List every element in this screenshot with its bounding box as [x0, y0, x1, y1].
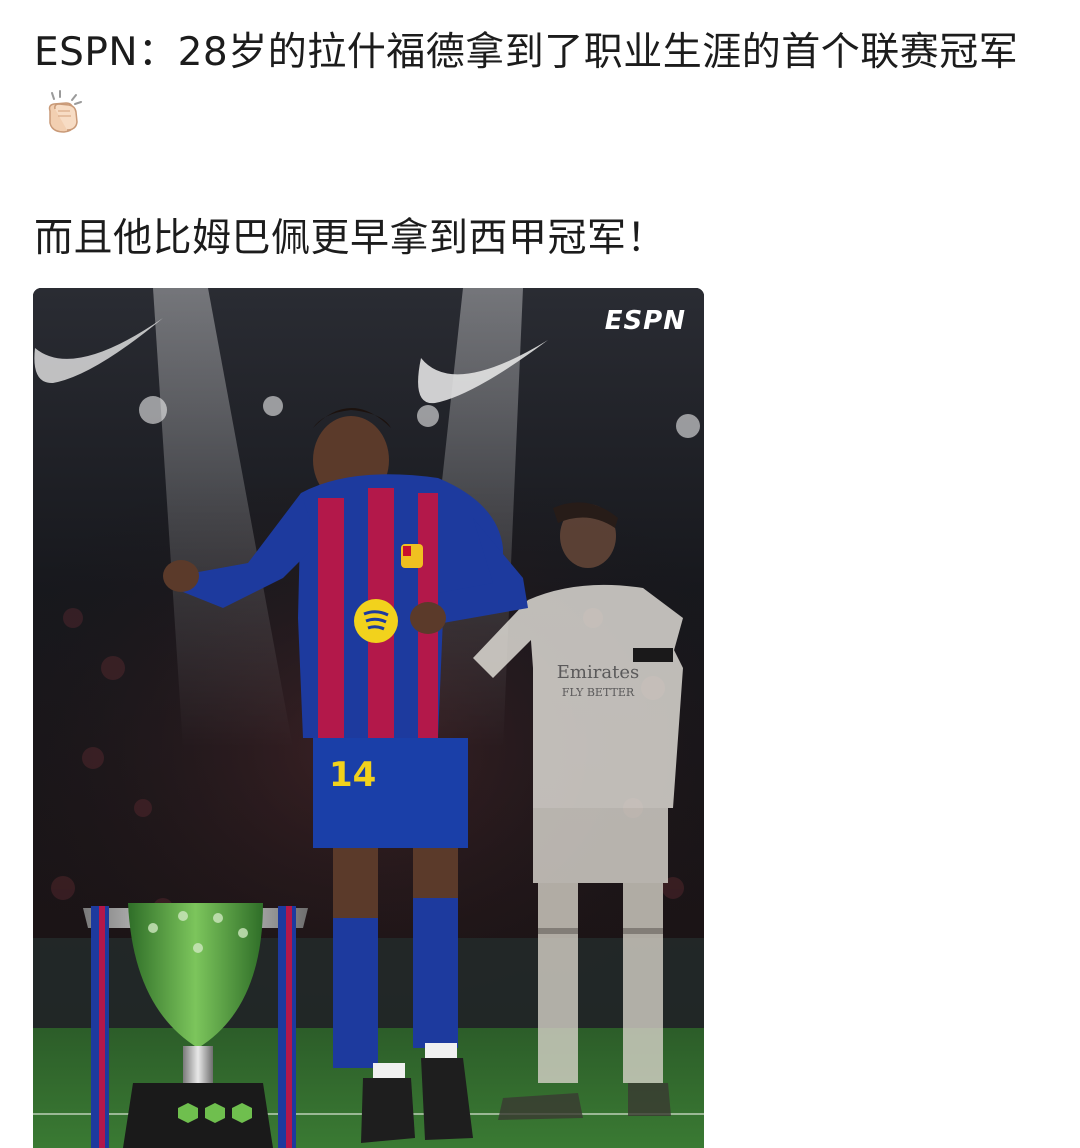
post-text-line-1: ESPN：28岁的拉什福德拿到了职业生涯的首个联赛冠军: [34, 30, 1019, 75]
weibo-post: ESPN：28岁的拉什福德拿到了职业生涯的首个联赛冠军 而且他比姆巴佩更早拿到西…: [34, 22, 1046, 270]
clapping-hands-icon: [40, 89, 86, 135]
espn-watermark: ESPN: [604, 306, 686, 336]
svg-text:FLY BETTER: FLY BETTER: [562, 686, 635, 699]
post-text-line-2: 而且他比姆巴佩更早拿到西甲冠军！: [34, 216, 667, 261]
post-paragraph-2: 而且他比姆巴佩更早拿到西甲冠军！: [34, 208, 1046, 270]
spotify-logo: [354, 599, 398, 643]
post-body: ESPN：28岁的拉什福德拿到了职业生涯的首个联赛冠军 而且他比姆巴佩更早拿到西…: [34, 22, 1046, 270]
espn-graphic: Emirates FLY BETTER 14: [33, 288, 704, 1148]
jersey-number: 14: [329, 755, 376, 795]
post-image[interactable]: Emirates FLY BETTER 14 ESPN: [33, 288, 704, 1148]
post-paragraph-1: ESPN：28岁的拉什福德拿到了职业生涯的首个联赛冠军: [34, 22, 1046, 146]
real-sponsor-text: Emirates: [557, 662, 639, 683]
